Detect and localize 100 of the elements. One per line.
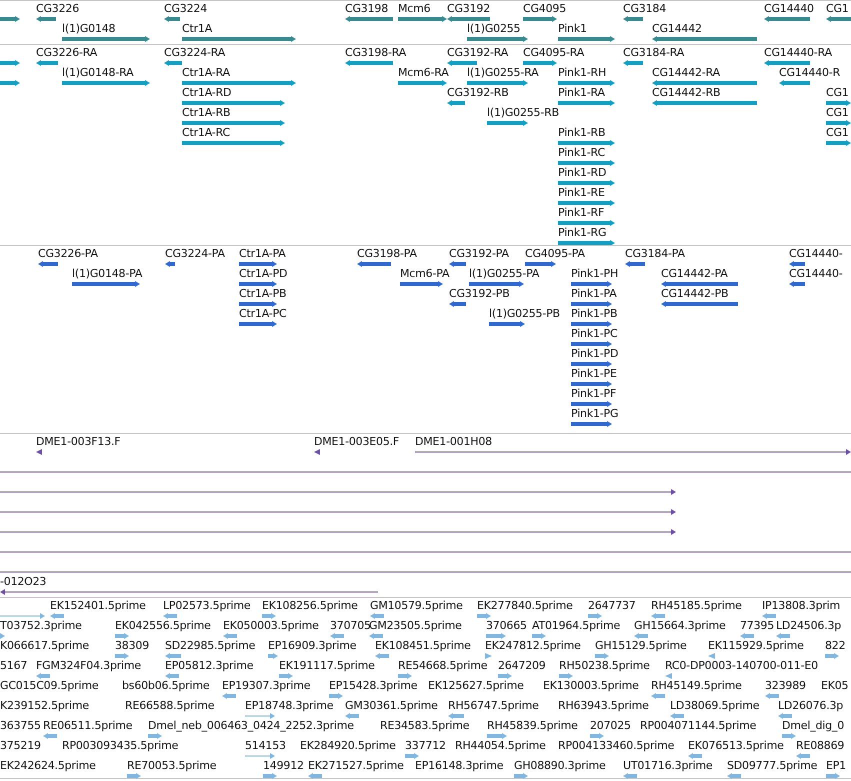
feature-arrow bbox=[525, 260, 556, 268]
feature-arrow bbox=[779, 79, 810, 87]
feature-label: EP16909.3prime bbox=[268, 640, 356, 652]
feature-arrow bbox=[571, 360, 612, 368]
feature-arrow bbox=[523, 15, 557, 23]
feature-label: RH45839.5prime bbox=[487, 720, 578, 732]
feature-label: EK05 bbox=[821, 680, 848, 692]
feature-arrow bbox=[239, 280, 277, 288]
feature-label: EK247812.5prime bbox=[485, 640, 581, 652]
feature-label: GH08890.3prime bbox=[514, 760, 606, 772]
feature-label: CG14442 bbox=[652, 23, 702, 35]
feature-arrow bbox=[165, 672, 179, 680]
feature-arrow bbox=[558, 199, 615, 207]
feature-arrow bbox=[345, 712, 359, 720]
feature-label: CG3184-RA bbox=[623, 47, 684, 59]
feature-label: GH15664.3prime bbox=[634, 620, 726, 632]
feature-arrow bbox=[651, 692, 665, 700]
feature-label: Pink1-RF bbox=[558, 207, 604, 219]
feature-label: CG4095-RA bbox=[523, 47, 584, 59]
feature-arrow bbox=[571, 280, 612, 288]
feature-label: 207025 bbox=[590, 720, 631, 732]
feature-label: CG1 bbox=[826, 3, 849, 15]
feature-label: EK191117.5prime bbox=[279, 660, 375, 672]
feature-label: l(1)G0148-RA bbox=[62, 67, 134, 79]
feature-label: Mcm6-RA bbox=[398, 67, 449, 79]
feature-label: CG3198 bbox=[345, 3, 388, 15]
feature-label: Pink1-PD bbox=[571, 348, 618, 360]
feature-label: LP02573.5prime bbox=[163, 600, 250, 612]
feature-label: CG4095-PA bbox=[525, 248, 585, 260]
feature-label: Dmel_dig_0 bbox=[782, 720, 844, 732]
feature-arrow bbox=[239, 300, 277, 308]
feature-label: EK242624.5prime bbox=[0, 760, 96, 772]
feature-arrow bbox=[279, 672, 293, 680]
feature-arrow bbox=[558, 79, 615, 87]
feature-label: LD26076.3p bbox=[778, 700, 844, 712]
feature-label: l(1)G0255-RB bbox=[487, 107, 559, 119]
feature-arrow bbox=[38, 260, 58, 268]
feature-arrow bbox=[245, 712, 275, 720]
feature-arrow bbox=[571, 420, 612, 428]
feature-label: Pink1-PC bbox=[571, 328, 618, 340]
feature-label: Pink1-PB bbox=[571, 308, 618, 320]
feature-label: 337712 bbox=[405, 740, 446, 752]
feature-label: 2647737 bbox=[588, 600, 636, 612]
feature-arrow bbox=[651, 612, 665, 620]
feature-label: DME1-001H08 bbox=[415, 436, 492, 448]
feature-arrow bbox=[670, 712, 684, 720]
feature-label: EP16148.3prime bbox=[415, 760, 504, 772]
feature-label: CG14442-RA bbox=[652, 67, 720, 79]
feature-label: RH44054.5prime bbox=[455, 740, 546, 752]
feature-label: Ctr1A-RC bbox=[182, 127, 230, 139]
feature-label: l(1)G0148-PA bbox=[72, 268, 142, 280]
feature-label: RP003093435.5prime bbox=[62, 740, 178, 752]
feature-arrow bbox=[514, 772, 528, 780]
feature-label: 822 bbox=[825, 640, 846, 652]
feature-label: K239152.5prime bbox=[0, 700, 89, 712]
feature-label: EK042556.5prime bbox=[115, 620, 211, 632]
feature-label: RH45149.5prime bbox=[651, 680, 742, 692]
feature-label: Ctr1A-RB bbox=[182, 107, 230, 119]
feature-label: Pink1 bbox=[558, 23, 587, 35]
feature-label: Pink1-RD bbox=[558, 167, 606, 179]
feature-label: Pink1-PH bbox=[571, 268, 618, 280]
feature-arrow bbox=[400, 280, 443, 288]
feature-arrow bbox=[634, 632, 648, 640]
feature-label: AT01964.5prime bbox=[532, 620, 620, 632]
feature-label: Ctr1A-PA bbox=[239, 248, 286, 260]
feature-arrow bbox=[623, 59, 643, 67]
feature-arrow bbox=[523, 59, 557, 67]
feature-arrow bbox=[789, 280, 805, 288]
feature-arrow bbox=[765, 692, 779, 700]
feature-label: CG14440- bbox=[789, 248, 843, 260]
feature-arrow bbox=[0, 59, 20, 67]
feature-arrow bbox=[148, 732, 162, 740]
feature-label: GH15129.5prime bbox=[595, 640, 687, 652]
feature-label: RH56747.5prime bbox=[448, 700, 539, 712]
feature-label: EK152401.5prime bbox=[50, 600, 146, 612]
feature-label: EK115929.5prime bbox=[708, 640, 804, 652]
feature-arrow bbox=[223, 632, 237, 640]
feature-label: CG3192 bbox=[447, 3, 490, 15]
feature-label: RC0-DP0003-140700-011-E0 bbox=[665, 660, 818, 672]
feature-label: bs60b06.5prime bbox=[122, 680, 210, 692]
feature-label: Mcm6-PA bbox=[400, 268, 450, 280]
feature-arrow bbox=[623, 15, 643, 23]
feature-arrow bbox=[329, 692, 343, 700]
feature-arrow bbox=[357, 260, 391, 268]
feature-label: 2647209 bbox=[498, 660, 546, 672]
feature-arrow bbox=[127, 772, 141, 780]
feature-arrow bbox=[43, 732, 57, 740]
feature-label: RH63943.5prime bbox=[558, 700, 649, 712]
feature-label: Pink1-RC bbox=[558, 147, 605, 159]
feature-arrow bbox=[0, 15, 20, 23]
feature-arrow bbox=[571, 300, 612, 308]
feature-label: GM10579.5prime bbox=[370, 600, 463, 612]
feature-arrow bbox=[558, 219, 615, 227]
feature-label: K066617.5prime bbox=[0, 640, 89, 652]
feature-label: EK277840.5prime bbox=[477, 600, 573, 612]
feature-label: CG3224 bbox=[164, 3, 207, 15]
feature-label: l(1)G0255 bbox=[467, 23, 520, 35]
feature-arrow bbox=[370, 612, 384, 620]
feature-arrow bbox=[708, 652, 715, 660]
feature-label: EP05812.3prime bbox=[165, 660, 254, 672]
